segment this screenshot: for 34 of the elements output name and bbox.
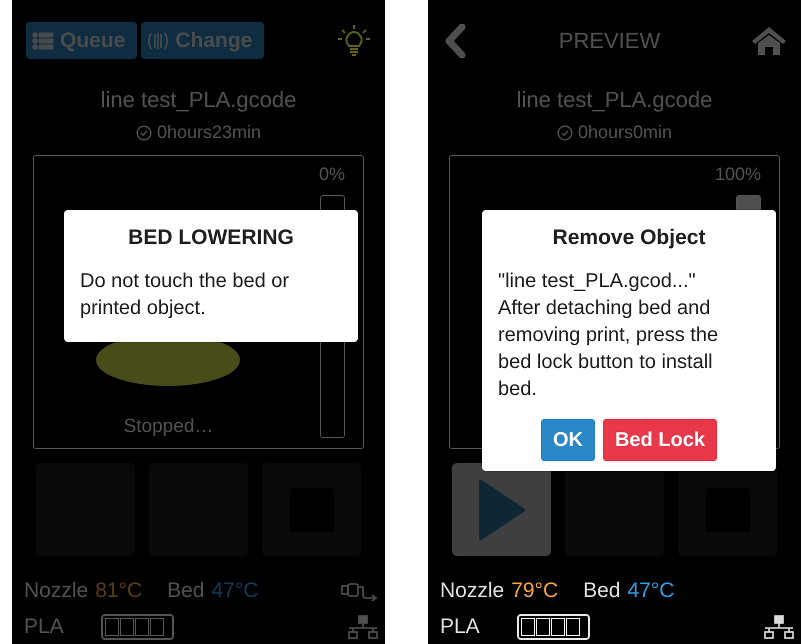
filament-type: PLA: [24, 615, 64, 639]
file-name: line test_PLA.gcode: [100, 87, 296, 113]
bed-temperature: 47°C: [212, 579, 258, 603]
screen-title: PREVIEW: [558, 28, 662, 54]
bed-label: Bed: [583, 579, 620, 603]
network-icon: [347, 615, 379, 639]
dialog-title: BED LOWERING: [127, 225, 295, 251]
dialog-title: Remove Object: [552, 225, 706, 251]
clock-icon: [136, 124, 152, 140]
nozzle-label: Nozzle: [440, 579, 504, 603]
bed-lock-button[interactable]: Bed Lock: [602, 419, 718, 461]
progress-percent: 0%: [318, 164, 345, 185]
stop-button[interactable]: [678, 463, 777, 556]
dialog-message: "line test_PLA.gcod..." After detaching bed and removing print, press the bed lock button to install bed.: [497, 269, 720, 402]
home-icon[interactable]: [751, 26, 787, 56]
progress-percent: 100%: [714, 164, 761, 185]
nozzle-temperature: 81°C: [95, 579, 142, 603]
clock-icon: [556, 124, 573, 140]
play-icon: [476, 478, 526, 540]
ok-button[interactable]: OK: [540, 419, 595, 461]
print-time: 0hours23min: [156, 122, 262, 143]
list-icon: [32, 30, 54, 50]
filament-type: PLA: [440, 615, 480, 639]
print-time: 0hours0min: [578, 122, 672, 143]
file-name: line test_PLA.gcode: [516, 87, 712, 113]
nozzle-temperature: 79°C: [511, 579, 558, 603]
play-button[interactable]: [452, 463, 551, 556]
bed-label: Bed: [167, 579, 204, 603]
dialog-message: Do not touch the bed or printed object.: [79, 269, 290, 321]
print-status: Stopped…: [124, 416, 214, 438]
nozzle-label: Nozzle: [24, 579, 88, 603]
light-bulb-icon[interactable]: [337, 24, 371, 58]
vibration-icon: [147, 30, 170, 50]
bed-temperature: 47°C: [628, 579, 674, 603]
